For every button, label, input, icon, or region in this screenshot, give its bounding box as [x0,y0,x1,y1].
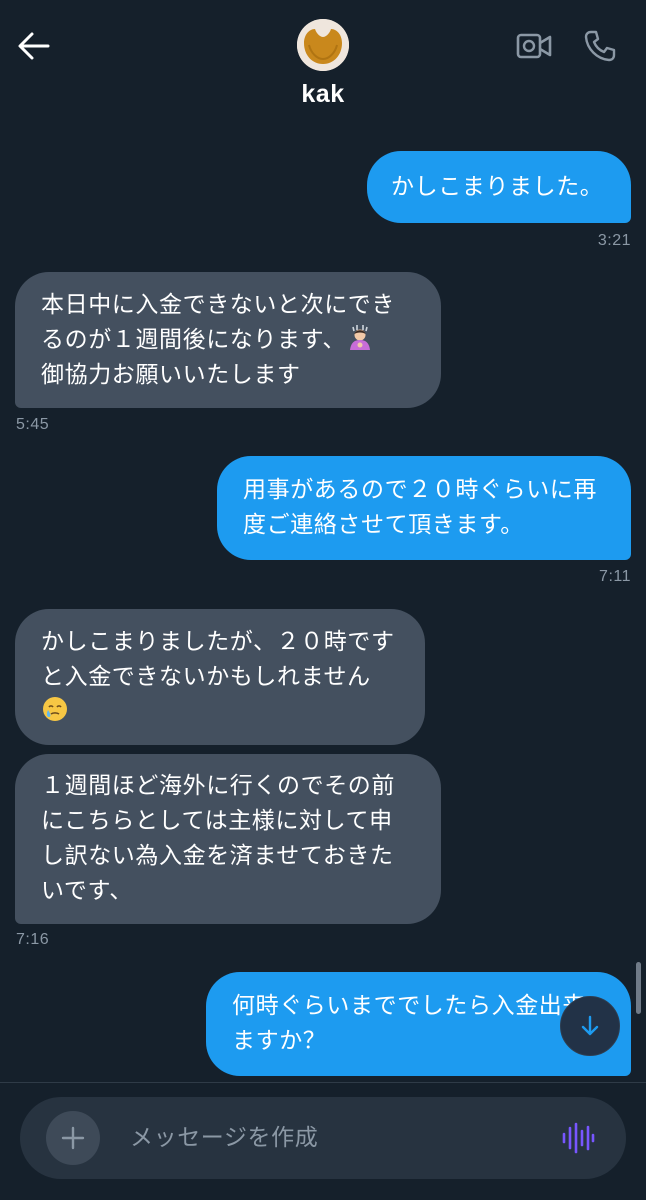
face-holding-back-tears-emoji [41,695,69,730]
voice-waveform-icon [562,1122,595,1154]
message-text: 本日中に入金できないと次にできるのが１週間後になります、 御協力お願いいたします [41,288,415,393]
arrow-left-icon [18,32,50,60]
plus-icon [61,1126,85,1150]
message-bubble-incoming[interactable]: 本日中に入金できないと次にできるのが１週間後になります、 御協力お願いいたします [15,272,441,408]
message-bubble-incoming[interactable]: かしこまりましたが、２０時ですと入金できないかもしれません [15,609,425,745]
message-bubble-incoming[interactable]: １週間ほど海外に行くのでその前にこちらとしては主様に対して申し訳ない為入金を済ま… [15,754,441,924]
video-call-icon [516,33,552,59]
phone-call-button[interactable] [580,26,620,66]
contact-name: kak [301,80,345,108]
message-timestamp: 7:16 [16,931,50,948]
message-text: かしこまりましたが、２０時ですと入金できないかもしれません [41,625,399,730]
composer-divider [0,1082,646,1083]
message-timestamp: 7:11 [599,568,631,585]
person-bowing-emoji [346,323,374,358]
message-input[interactable] [130,1121,530,1155]
message-text: 用事があるので２０時ぐらいに再度ご連絡させて頂きます。 [243,477,597,538]
message-text: １週間ほど海外に行くのでその前にこちらとしては主様に対して申し訳ない為入金を済ま… [41,773,395,904]
message-text-line: かしこまりましたが、２０時ですと入金できないかもしれません [41,628,395,690]
conversation-header: kak [0,0,646,125]
phone-icon [584,30,616,62]
arrow-down-icon [581,1015,599,1036]
message-bubble-outgoing[interactable]: かしこまりました。 [367,151,631,223]
video-call-button[interactable] [514,26,554,66]
scrollbar-thumb[interactable] [636,962,641,1014]
scroll-to-bottom-button[interactable] [560,996,620,1056]
message-text: かしこまりました。 [391,173,604,200]
message-timestamp: 3:21 [597,232,631,249]
avatar-image [297,19,349,71]
message-text-line: 御協力お願いいたします [41,361,301,388]
avatar[interactable] [297,19,349,71]
message-composer [20,1097,626,1179]
back-button[interactable] [14,26,54,66]
add-attachment-button[interactable] [46,1111,100,1165]
message-text: 何時ぐらいまででしたら入金出来ますか？ [232,993,586,1054]
message-bubble-outgoing[interactable]: 用事があるので２０時ぐらいに再度ご連絡させて頂きます。 [217,456,631,560]
voice-message-button[interactable] [558,1118,598,1158]
message-text-line: 本日中に入金できないと次にできるのが１週間後になります、 [41,291,395,353]
message-timestamp: 5:45 [16,416,50,433]
